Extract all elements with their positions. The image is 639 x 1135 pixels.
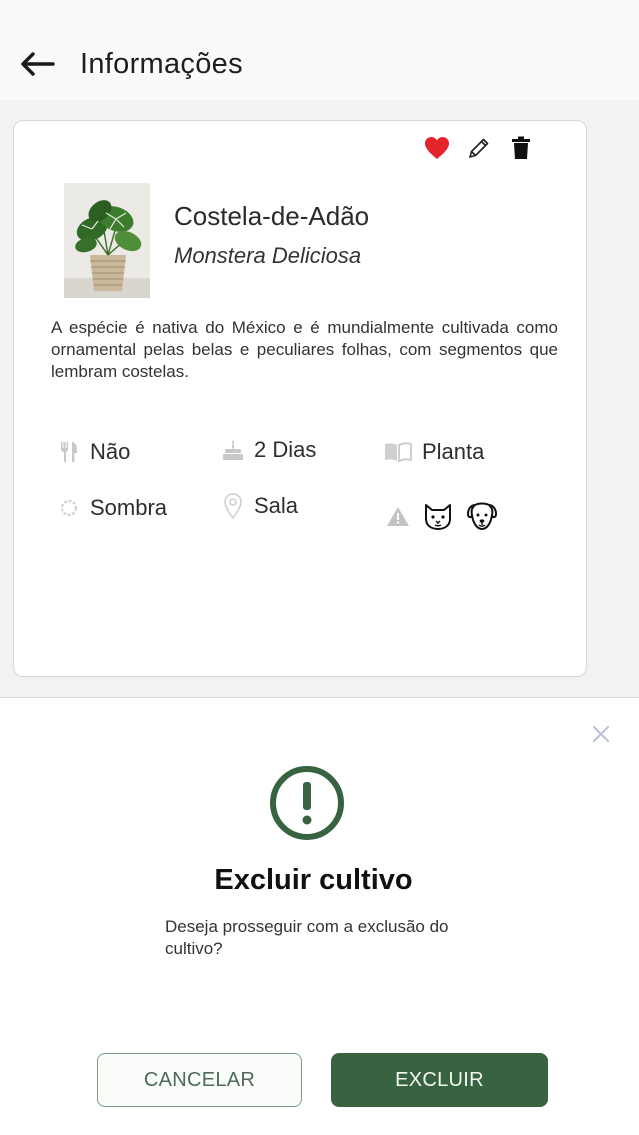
delete-button[interactable] [508,136,534,165]
page-title: Informações [80,48,243,80]
favorite-button[interactable] [424,136,450,165]
plant-scientific-name: Monstera Deliciosa [174,243,362,268]
cake-icon [222,439,244,461]
cancel-button[interactable]: CANCELAR [97,1053,302,1107]
arrow-left-icon [21,51,55,81]
heart-icon [424,136,450,165]
warning-icon [386,505,410,527]
attribute-location-label: Sala [254,493,299,518]
exclamation-circle-icon [268,764,346,842]
attribute-light: Sombra [58,495,167,521]
attribute-watering-label: 2 Dias [254,437,317,462]
plant-description: A espécie é nativa do México e é mundial… [51,318,558,381]
attribute-category-label: Planta [422,439,485,464]
attribute-location: Sala [222,493,298,519]
pencil-icon [467,136,491,165]
trash-icon [511,136,531,165]
attribute-edible-label: Não [90,439,131,464]
plant-photo [64,183,150,298]
attribute-toxicity [386,501,498,531]
attribute-watering: 2 Dias [222,437,316,463]
card-actions [424,136,534,165]
back-button[interactable] [18,46,58,86]
edit-button[interactable] [466,137,492,163]
close-button[interactable] [589,724,613,748]
dialog-message: Deseja prosseguir com a exclusão do cult… [165,917,449,958]
fork-knife-icon [58,441,80,463]
dialog-title: Excluir cultivo [214,864,413,896]
location-pin-icon [222,493,244,519]
attribute-light-label: Sombra [90,495,168,520]
cat-icon [422,501,454,531]
confirm-delete-button[interactable]: EXCLUIR [331,1053,548,1107]
book-icon [384,441,412,463]
delete-confirmation-dialog: Excluir cultivo Deseja prosseguir com a … [0,698,639,1135]
close-icon [592,725,610,748]
dog-icon [466,501,498,531]
sun-icon [58,497,80,519]
attribute-category: Planta [384,439,484,465]
attribute-edible: Não [58,439,130,465]
top-bar: Informações [0,0,639,100]
plant-common-name: Costela-de-Adão [174,201,370,231]
plant-card: Costela-de-Adão Monstera Deliciosa A esp… [13,120,587,677]
